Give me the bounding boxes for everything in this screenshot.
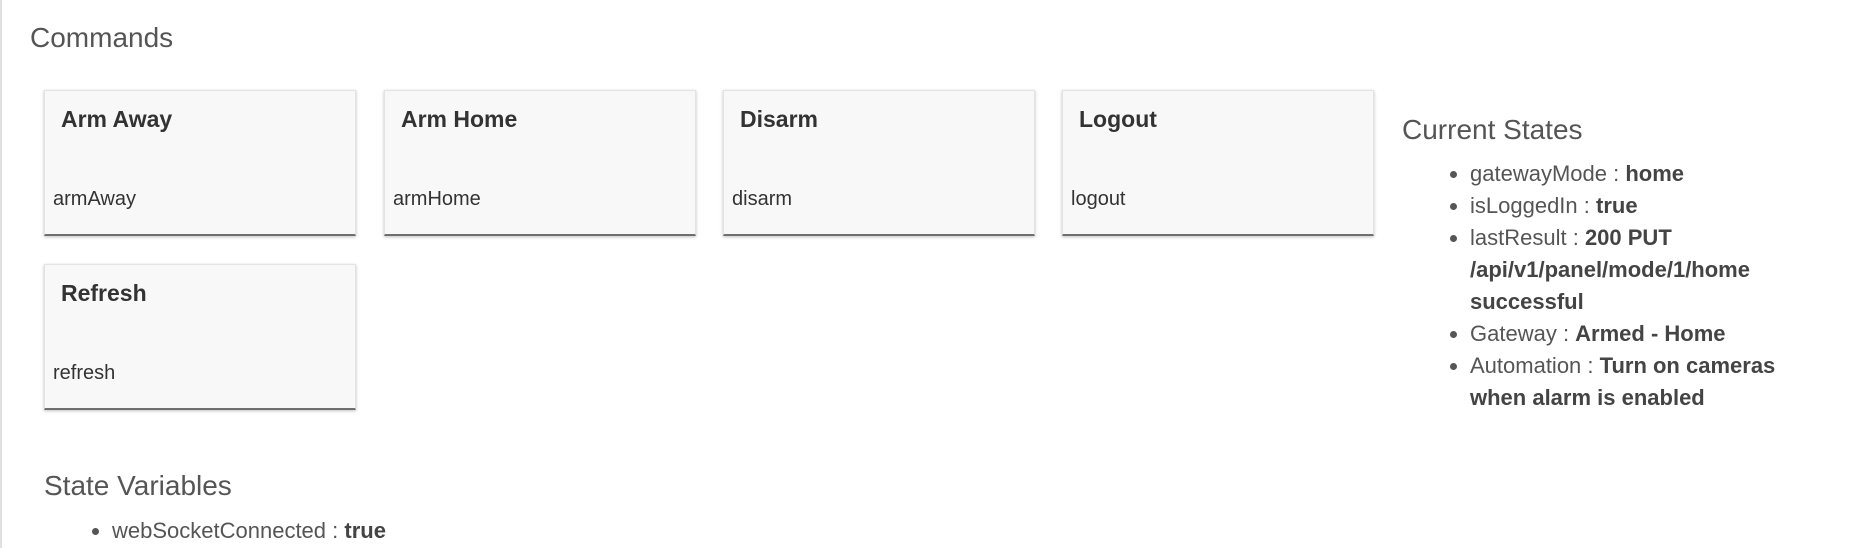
- command-method: logout: [1071, 188, 1126, 210]
- left-divider: [0, 0, 2, 548]
- state-key: Automation: [1470, 353, 1582, 378]
- command-card-arm-home[interactable]: Arm Home armHome: [384, 90, 696, 236]
- variable-key: webSocketConnected: [112, 518, 327, 543]
- variable-item-websocket-connected: webSocketConnected : true: [112, 516, 386, 546]
- command-name: Refresh: [61, 280, 147, 306]
- state-value: home: [1625, 161, 1685, 186]
- command-card-logout[interactable]: Logout logout: [1062, 90, 1374, 236]
- command-name: Disarm: [740, 106, 818, 132]
- state-separator: :: [1581, 353, 1600, 378]
- command-method: refresh: [53, 362, 116, 384]
- state-key: Gateway: [1470, 321, 1557, 346]
- state-key: gatewayMode: [1470, 161, 1607, 186]
- current-states-title: Current States: [1402, 114, 1583, 145]
- state-variables-title: State Variables: [44, 470, 232, 501]
- device-page: Commands Arm Away armAway Arm Home armHo…: [0, 0, 1860, 548]
- command-name: Logout: [1079, 106, 1157, 132]
- command-card-refresh[interactable]: Refresh refresh: [44, 264, 356, 410]
- command-method: disarm: [732, 188, 793, 210]
- variable-separator: :: [326, 518, 345, 543]
- state-separator: :: [1566, 225, 1585, 250]
- state-variables-list: webSocketConnected : true: [44, 516, 386, 546]
- state-item-last-result: lastResult : 200 PUT /api/v1/panel/mode/…: [1470, 222, 1822, 318]
- command-name: Arm Away: [61, 106, 173, 132]
- command-method: armHome: [393, 188, 481, 210]
- state-value: true: [1596, 193, 1638, 218]
- command-card-disarm[interactable]: Disarm disarm: [723, 90, 1035, 236]
- command-card-arm-away[interactable]: Arm Away armAway: [44, 90, 356, 236]
- state-item-gateway-mode: gatewayMode : home: [1470, 158, 1822, 190]
- state-separator: :: [1577, 193, 1596, 218]
- state-item-gateway: Gateway : Armed - Home: [1470, 318, 1822, 350]
- state-item-automation: Automation : Turn on cameras when alarm …: [1470, 350, 1822, 414]
- command-method: armAway: [53, 188, 136, 210]
- state-separator: :: [1606, 161, 1626, 186]
- state-key: lastResult: [1470, 225, 1567, 250]
- variable-value: true: [344, 518, 386, 543]
- commands-title: Commands: [30, 22, 174, 53]
- state-value: Armed - Home: [1575, 321, 1726, 346]
- current-states-list: gatewayMode : home isLoggedIn : true las…: [1402, 158, 1822, 414]
- command-name: Arm Home: [401, 106, 518, 132]
- state-item-is-logged-in: isLoggedIn : true: [1470, 190, 1822, 222]
- state-key: isLoggedIn: [1470, 193, 1578, 218]
- state-separator: :: [1556, 321, 1576, 346]
